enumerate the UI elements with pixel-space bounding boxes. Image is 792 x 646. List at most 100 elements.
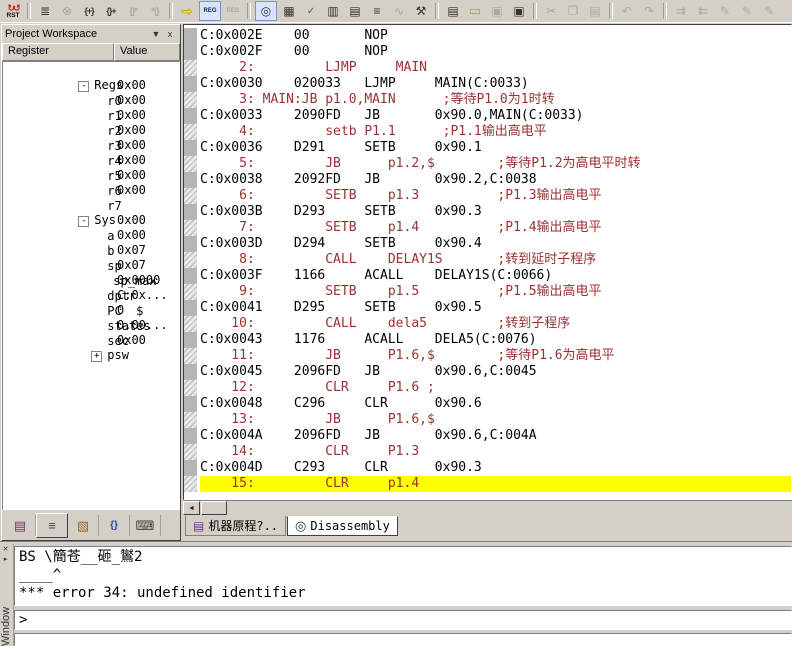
disasm-line[interactable]: 8: CALL DELAY1S ;转到延时子程序 [184, 252, 791, 268]
disasm-line[interactable]: 12: CLR P1.6 ; [184, 380, 791, 396]
regs-tab[interactable]: ≡ [36, 513, 68, 538]
registers-window-icon[interactable]: REG [199, 1, 221, 21]
new-file-icon[interactable]: ▤ [443, 2, 463, 20]
command-prompt[interactable]: > [14, 610, 792, 630]
register-value[interactable]: 0x00 [117, 213, 146, 228]
serial-window-icon[interactable]: ≡ [367, 2, 387, 20]
horizontal-scrollbar[interactable]: ◄ [183, 500, 792, 515]
save-all-icon[interactable]: ▣ [509, 2, 529, 20]
disasm-line[interactable]: C:0x0041 D295 SETB 0x90.5 [184, 300, 791, 316]
register-value[interactable]: 0x07 [117, 243, 146, 258]
disasm-line[interactable]: C:0x0043 1176 ACALL DELA5(C:0076) [184, 332, 791, 348]
register-value[interactable]: 0.00... [117, 318, 168, 333]
register-row[interactable]: sec 0.00... [3, 318, 179, 333]
step-into-icon[interactable]: {+} [79, 2, 99, 20]
register-value[interactable]: C:0x... [117, 288, 168, 303]
disasm-line[interactable]: C:0x0048 C296 CLR 0x90.6 [184, 396, 791, 412]
register-value[interactable]: 0x00 [117, 153, 146, 168]
tab-disassembly[interactable]: ◎ Disassembly [287, 516, 398, 536]
watch-window-icon[interactable]: ▦ [279, 2, 299, 20]
scrollbar-thumb[interactable] [201, 501, 227, 515]
register-row[interactable]: dptr 0x0000 [3, 273, 179, 288]
functions-tab[interactable]: {} [99, 515, 130, 536]
value-column-header[interactable]: Value [114, 43, 180, 61]
register-row[interactable]: states 0 [3, 303, 179, 318]
register-value[interactable]: 0x00 [117, 168, 146, 183]
disasm-line[interactable]: 9: SETB p1.5 ;P1.5输出高电平 [184, 284, 791, 300]
register-row[interactable]: sp 0x07 [3, 243, 179, 258]
disasm-line[interactable]: C:0x0038 2092FD JB 0x90.2,C:0038 [184, 172, 791, 188]
books-tab[interactable]: ▧ [68, 515, 99, 536]
disasm-line[interactable]: C:0x003D D294 SETB 0x90.4 [184, 236, 791, 252]
register-value[interactable]: 0x00 [117, 138, 146, 153]
register-value[interactable]: 0x00 [117, 78, 146, 93]
register-row[interactable]: r3 0x00 [3, 123, 179, 138]
toolbox-icon[interactable]: ⚒ [411, 2, 431, 20]
disasm-line[interactable]: 7: SETB p1.4 ;P1.4输出高电平 [184, 220, 791, 236]
register-row[interactable]: r5 0x00 [3, 153, 179, 168]
register-value[interactable]: 0x00 [117, 123, 146, 138]
register-value[interactable]: 0 [117, 303, 124, 318]
show-next-statement-icon[interactable]: ⇨ [177, 2, 197, 20]
reset-icon[interactable]: RST [3, 2, 23, 20]
register-row[interactable]: -Regs [3, 63, 179, 78]
register-row[interactable]: a 0x00 [3, 213, 179, 228]
disasm-line[interactable]: 15: CLR p1.4 [184, 476, 791, 492]
scroll-left-icon[interactable]: ◄ [183, 501, 200, 515]
disasm-line[interactable]: 5: JB p1.2,$ ;等待P1.2为高电平时转 [184, 156, 791, 172]
disasm-line[interactable]: C:0x0045 2096FD JB 0x90.6,C:0045 [184, 364, 791, 380]
disasm-line[interactable]: C:0x004A 2096FD JB 0x90.6,C:004A [184, 428, 791, 444]
register-row[interactable]: r1 0x00 [3, 93, 179, 108]
register-row[interactable]: -Sys [3, 198, 179, 213]
register-value[interactable]: 0x0000 [117, 273, 160, 288]
step-over-icon[interactable]: {}+ [101, 2, 121, 20]
templates-tab[interactable]: ⌨ [130, 515, 161, 536]
register-value[interactable]: 0x00 [117, 228, 146, 243]
view-trace-icon[interactable]: ≣ [35, 2, 55, 20]
disasm-line[interactable]: C:0x0036 D291 SETB 0x90.1 [184, 140, 791, 156]
disasm-line[interactable]: C:0x0030 020033 LJMP MAIN(C:0033) [184, 76, 791, 92]
tab-machine-source[interactable]: ▤ 机器原程?.. [185, 516, 286, 536]
workspace-dropdown-icon[interactable]: ▼ [149, 28, 163, 40]
memory-window-icon[interactable]: ▤ [345, 2, 365, 20]
disasm-line[interactable]: 6: SETB p1.3 ;P1.3输出高电平 [184, 188, 791, 204]
files-tab[interactable]: ▤ [5, 515, 36, 536]
register-value[interactable]: 0x00 [117, 333, 146, 348]
disasm-line[interactable]: 10: CALL dela5 ;转到子程序 [184, 316, 791, 332]
build-output[interactable]: BS \簡苍__砸_鸑2____^*** error 34: undefined… [14, 546, 792, 606]
register-row[interactable]: r7 0x00 [3, 183, 179, 198]
register-value[interactable]: 0x00 [117, 108, 146, 123]
disasm-line[interactable]: C:0x002E 00 NOP [184, 28, 791, 44]
disasm-line[interactable]: 14: CLR P1.3 [184, 444, 791, 460]
register-value[interactable]: 0x00 [117, 93, 146, 108]
open-file-icon[interactable]: ▭ [465, 2, 485, 20]
register-row[interactable]: r0 0x00 [3, 78, 179, 93]
performance-analyzer-icon[interactable]: ▥ [323, 2, 343, 20]
register-row[interactable]: r2 0x00 [3, 108, 179, 123]
register-value[interactable]: 0x07 [117, 258, 146, 273]
dock-arrow-icon[interactable]: ▸ [0, 554, 11, 564]
disasm-line[interactable]: C:0x002F 00 NOP [184, 44, 791, 60]
disasm-line[interactable]: 4: setb P1.1 ;P1.1输出高电平 [184, 124, 791, 140]
workspace-close-icon[interactable]: x [163, 28, 177, 40]
disasm-line[interactable]: 2: LJMP MAIN [184, 60, 791, 76]
register-row[interactable]: +psw 0x00 [3, 333, 179, 348]
register-column-header[interactable]: Register [2, 43, 114, 61]
register-value[interactable]: 0x00 [117, 183, 146, 198]
disasm-line[interactable]: C:0x003B D293 SETB 0x90.3 [184, 204, 791, 220]
disasm-line[interactable]: 13: JB P1.6,$ [184, 412, 791, 428]
disasm-line[interactable]: C:0x004D C293 CLR 0x90.3 [184, 460, 791, 476]
register-row[interactable]: r4 0x00 [3, 138, 179, 153]
register-row[interactable]: sp_max 0x07 [3, 258, 179, 273]
register-row[interactable]: b 0x00 [3, 228, 179, 243]
disasm-line[interactable]: 11: JB P1.6,$ ;等待P1.6为高电平 [184, 348, 791, 364]
disasm-line[interactable]: 3: MAIN:JB p1.0,MAIN ;等待P1.0为1时转 [184, 92, 791, 108]
register-row[interactable]: r6 0x00 [3, 168, 179, 183]
disassembly-window-icon[interactable]: ◎ [255, 1, 277, 21]
disasm-line[interactable]: C:0x003F 1166 ACALL DELAY1S(C:0066) [184, 268, 791, 284]
dock-close-icon[interactable]: ✕ [0, 544, 11, 554]
disasm-line[interactable]: C:0x0033 2090FD JB 0x90.0,MAIN(C:0033) [184, 108, 791, 124]
register-row[interactable]: PC $ C:0x... [3, 288, 179, 303]
code-coverage-icon[interactable]: ✓ [301, 2, 321, 20]
tree-expander-icon[interactable]: + [91, 351, 102, 362]
